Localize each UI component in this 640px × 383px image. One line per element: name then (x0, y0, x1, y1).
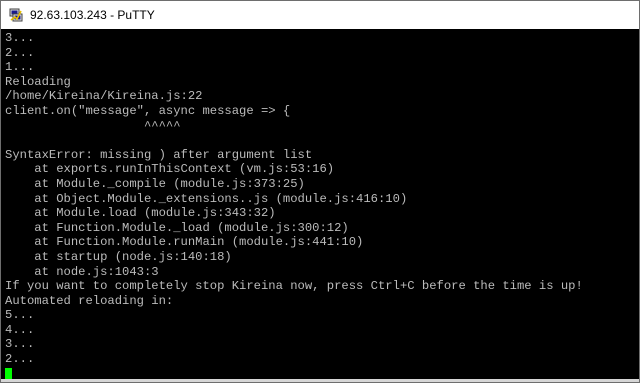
terminal-line: 3... (5, 337, 35, 352)
terminal-line: 3... (5, 31, 35, 45)
terminal-line: /home/Kireina/Kireina.js:22 (5, 89, 203, 104)
terminal-line: 2... (5, 45, 35, 60)
terminal-line: 4... (5, 322, 35, 337)
terminal-line: 1... (5, 60, 35, 75)
title-bar[interactable]: 92.63.103.243 - PuTTY (1, 1, 639, 29)
window-bottom-border (1, 379, 639, 382)
terminal-line: SyntaxError: missing ) after argument li… (5, 147, 313, 162)
terminal-line: If you want to completely stop Kireina n… (5, 279, 583, 294)
terminal-output[interactable]: 3... 2... 1... Reloading/home/Kireina/Kirei… (1, 29, 639, 382)
terminal-line: at Module._compile (module.js:373:25) (5, 176, 305, 191)
terminal-line: 5... (5, 308, 35, 323)
terminal-line: 2... (5, 352, 35, 367)
terminal-line: at Function.Module._load (module.js:300:… (5, 220, 349, 235)
terminal-line: at exports.runInThisContext (vm.js:53:16… (5, 162, 335, 177)
terminal-line: at startup (node.js:140:18) (5, 249, 232, 264)
putty-window: 92.63.103.243 - PuTTY 3... 2... 1... Reload… (0, 0, 640, 383)
terminal-line: client.on("message", async message => { (5, 103, 291, 118)
terminal-line: at Module.load (module.js:343:32) (5, 206, 276, 221)
terminal-line: at node.js:1043:3 (5, 264, 159, 279)
putty-icon[interactable] (9, 8, 23, 22)
terminal-line: Reloading (5, 74, 71, 89)
terminal-line: Automated reloading in: (5, 293, 174, 308)
terminal-line: at Object.Module._extensions..js (module… (5, 191, 408, 206)
window-title: 92.63.103.243 - PuTTY (30, 8, 155, 22)
terminal-line: ^^^^^ (5, 118, 181, 133)
terminal-line: at Function.Module.runMain (module.js:44… (5, 235, 364, 250)
